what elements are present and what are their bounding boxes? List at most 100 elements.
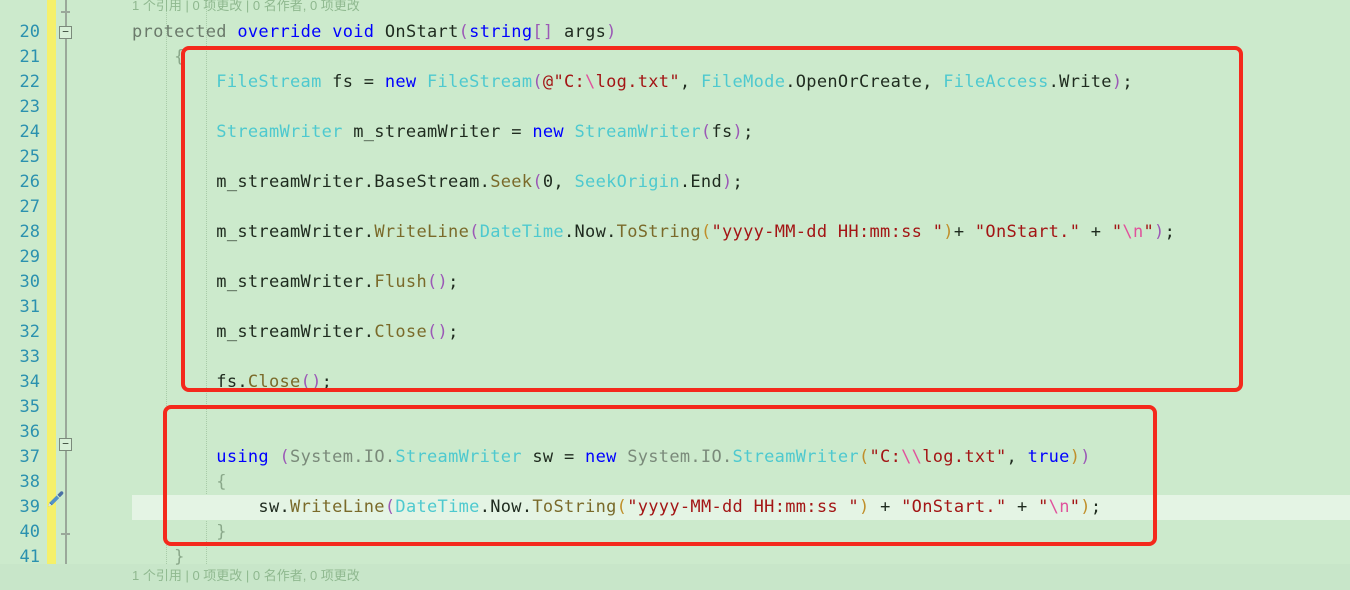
token-method: Flush [374,272,427,292]
code-line-31[interactable] [0,295,1350,320]
token-string: log.txt" [595,72,680,92]
token-punct: ; [448,272,459,292]
token-paren: ( [858,447,870,467]
token-escape: \n [1122,222,1144,242]
token-punct: ; [732,172,744,192]
token-type: FileStream [132,72,333,92]
code-line-29[interactable] [0,245,1350,270]
code-line-23[interactable] [0,95,1350,120]
codelens-top[interactable]: 1 个引用 | 0 项更改 | 0 名作者, 0 项更改 [0,0,1350,20]
token-paren: ( [532,172,543,192]
token-keyword: string [469,22,533,42]
token-paren: ) [722,172,733,192]
token-brace: { [132,47,185,67]
fold-collapse-icon-line-20[interactable]: − [59,26,72,39]
code-line-26[interactable]: m_streamWriter.BaseStream.Seek(0, SeekOr… [0,170,1350,195]
token-member: .Now. [479,497,533,517]
token-identifier: args [553,22,607,42]
token-punct: ; [1122,72,1133,92]
token-type: FileStream [427,72,533,92]
token-brace: { [132,472,227,492]
brush-icon[interactable] [46,490,64,508]
code-line-30[interactable]: m_streamWriter.Flush(); [0,270,1350,295]
token-keyword: void [332,22,385,42]
line-number: 22 [19,72,40,92]
codelens-bottom[interactable]: 1 个引用 | 0 项更改 | 0 名作者, 0 项更改 [0,569,1350,590]
code-line-41[interactable]: } [0,545,1350,570]
token-keyword: new [585,447,628,467]
token-type: StreamWriter [574,122,701,142]
token-method: Seek [490,172,533,192]
code-line-27[interactable] [0,195,1350,220]
token-paren: ) [943,222,954,242]
token-type: FileAccess [943,72,1049,92]
token-identifier: , [679,72,701,92]
token-paren: ) [1080,447,1091,467]
token-string: "C: [869,447,902,467]
token-string: log.txt" [922,447,1007,467]
line-number: 24 [19,122,40,142]
line-number: 36 [19,422,40,442]
line-number: 37 [19,447,40,467]
token-member: .Now. [563,222,617,242]
change-indicator-bar [47,0,56,564]
code-line-21[interactable]: { [0,45,1350,70]
token-keyword: new [532,122,575,142]
token-type: FileMode [700,72,786,92]
token-paren: ) [1069,447,1081,467]
token-paren: ) [606,22,617,42]
code-line-39[interactable]: sw.WriteLine(DateTime.Now.ToString("yyyy… [0,495,1350,520]
token-method: Close [374,322,427,342]
token-punct: , [1006,447,1028,467]
code-line-32[interactable]: m_streamWriter.Close(); [0,320,1350,345]
code-line-28[interactable]: m_streamWriter.WriteLine(DateTime.Now.To… [0,220,1350,245]
token-operator: + [953,222,975,242]
token-paren: ( [279,447,291,467]
token-paren: ( [532,72,543,92]
code-line-25[interactable] [0,145,1350,170]
token-punct: ; [321,372,333,392]
token-escape: \n [1048,497,1070,517]
code-line-35[interactable] [0,395,1350,420]
line-number: 39 [19,497,40,517]
line-number: 25 [19,147,40,167]
code-line-24[interactable]: StreamWriter m_streamWriter = new Stream… [0,120,1350,145]
code-line-33[interactable] [0,345,1350,370]
token-identifier: sw. [132,497,291,517]
line-number: 29 [19,247,40,267]
editor-gutter: 20 21 22 23 24 25 26 27 28 29 30 31 32 3… [0,0,132,567]
token-paren: () [300,372,322,392]
token-identifier: fs. [132,372,248,392]
code-line-40[interactable]: } [0,520,1350,545]
token-identifier: m_streamWriter. [132,322,375,342]
line-number: 32 [19,322,40,342]
token-paren: ) [1154,222,1165,242]
token-paren: ( [384,497,396,517]
line-number: 41 [19,547,40,567]
code-line-36[interactable] [0,420,1350,445]
code-line-22[interactable]: FileStream fs = new FileStream(@"C:\log.… [0,70,1350,95]
code-line-37[interactable]: using (System.IO.StreamWriter sw = new S… [0,445,1350,470]
token-paren: ) [1080,497,1091,517]
line-number: 28 [19,222,40,242]
line-number: 38 [19,472,40,492]
token-punct: ; [448,322,459,342]
token-identifier: fs = [332,72,385,92]
token-string: " [1038,497,1049,517]
code-line-20[interactable]: protected override void OnStart(string[]… [0,20,1350,45]
line-number: 20 [19,22,40,42]
token-punct: ; [1090,497,1102,517]
fold-collapse-icon-line-37[interactable]: − [59,438,72,451]
token-type: StreamWriter [395,447,522,467]
code-editor[interactable]: 1 个引用 | 0 项更改 | 0 名作者, 0 项更改 protected o… [0,0,1350,582]
token-string: " [1111,222,1123,242]
token-method: WriteLine [374,222,470,242]
code-line-34[interactable]: fs.Close(); [0,370,1350,395]
token-paren: ) [732,122,744,142]
fold-end-marker [61,533,70,535]
token-identifier: m_streamWriter. [132,272,375,292]
token-escape: \ [585,72,596,92]
code-content[interactable]: 1 个引用 | 0 项更改 | 0 名作者, 0 项更改 protected o… [0,0,1350,582]
code-line-38[interactable]: { [0,470,1350,495]
token-paren: ( [616,497,628,517]
